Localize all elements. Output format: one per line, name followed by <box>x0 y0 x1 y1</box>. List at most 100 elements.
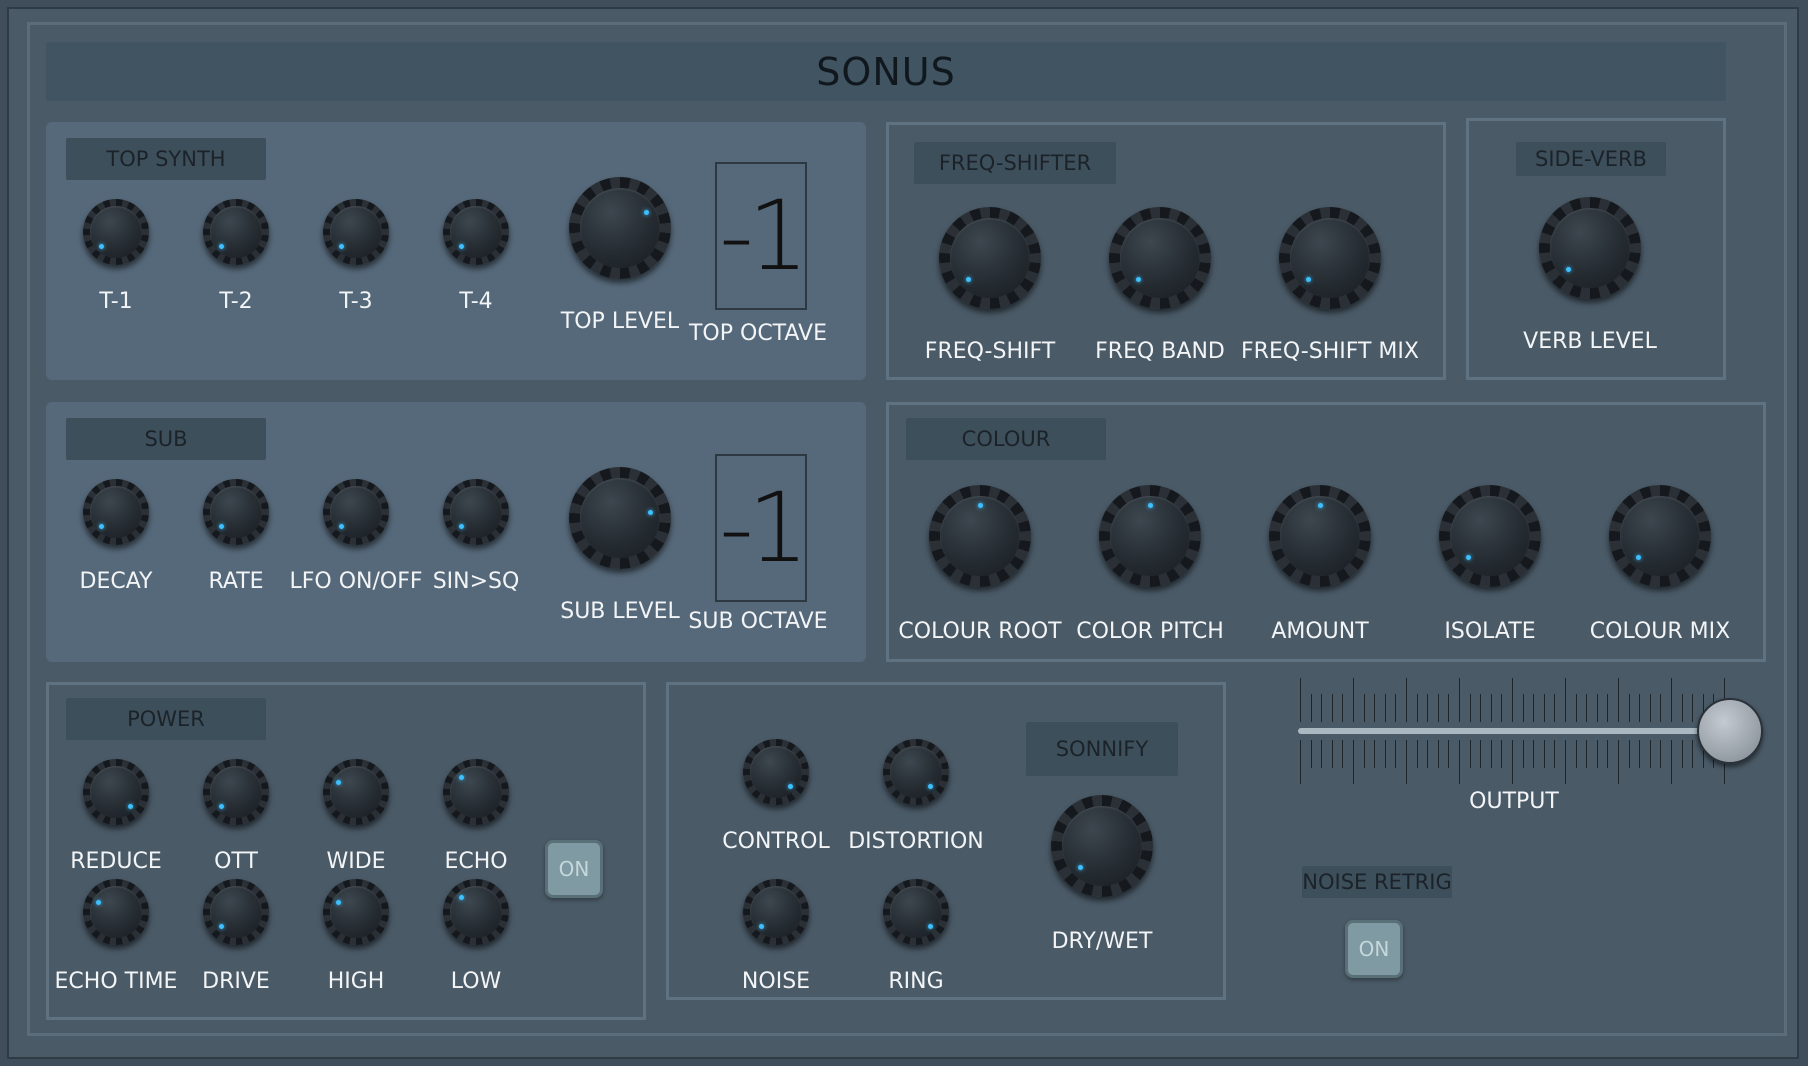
decay-knob[interactable] <box>83 479 149 545</box>
ott-knob[interactable] <box>203 759 269 825</box>
t4-label: T-4 <box>459 289 493 314</box>
isolate-knob-cap <box>1450 496 1530 576</box>
distortion-knob-cap <box>890 746 942 798</box>
side-verb-tag: SIDE-VERB <box>1516 142 1666 176</box>
high-label: HIGH <box>327 969 385 994</box>
slider-tick <box>1639 694 1641 722</box>
slider-tick <box>1469 740 1471 768</box>
sub-level-knob[interactable] <box>569 467 671 569</box>
lfo-on-off-knob[interactable] <box>323 479 389 545</box>
dry-wet-knob[interactable] <box>1051 795 1153 897</box>
high-knob-cap <box>330 886 382 938</box>
echo-knob[interactable] <box>443 759 509 825</box>
slider-tick <box>1596 740 1598 768</box>
slider-tick <box>1543 694 1545 722</box>
colour-root-knob-indicator <box>977 502 983 508</box>
top-octave-display[interactable]: -1 <box>715 162 809 310</box>
t1-knob[interactable] <box>83 199 149 265</box>
top-synth-tag: TOP SYNTH <box>66 138 266 180</box>
control-knob-cap <box>750 746 802 798</box>
output-slider-track[interactable] <box>1298 728 1730 734</box>
slider-tick <box>1342 740 1344 768</box>
dry-wet-knob-indicator <box>1077 865 1083 871</box>
top-level-knob[interactable] <box>569 177 671 279</box>
sin-sq-label: SIN>SQ <box>432 569 520 594</box>
slider-tick <box>1681 694 1683 722</box>
output-slider-thumb[interactable] <box>1697 698 1763 764</box>
amount-knob[interactable] <box>1269 485 1371 587</box>
slider-tick <box>1416 740 1418 768</box>
ring-label: RING <box>888 969 944 994</box>
colour-mix-knob[interactable] <box>1609 485 1711 587</box>
slider-tick <box>1671 678 1672 722</box>
power-on-toggle[interactable]: ON <box>545 840 603 898</box>
freq-band-knob-cap <box>1120 218 1200 298</box>
control-knob[interactable] <box>743 739 809 805</box>
colour-mix-label: COLOUR MIX <box>1589 619 1731 644</box>
freq-shift-knob[interactable] <box>939 207 1041 309</box>
verb-level-label: VERB LEVEL <box>1523 329 1657 354</box>
sin-sq-knob-cap <box>450 486 502 538</box>
slider-tick <box>1480 694 1482 722</box>
reduce-knob[interactable] <box>83 759 149 825</box>
sin-sq-knob[interactable] <box>443 479 509 545</box>
colour-root-knob[interactable] <box>929 485 1031 587</box>
t1-label: T-1 <box>99 289 133 314</box>
sub-octave-display[interactable]: -1 <box>715 454 809 602</box>
slider-tick <box>1649 694 1651 722</box>
slider-tick <box>1554 740 1556 768</box>
freq-band-label: FREQ BAND <box>1095 339 1225 364</box>
wide-knob[interactable] <box>323 759 389 825</box>
noise-knob-cap <box>750 886 802 938</box>
slider-tick <box>1501 740 1503 768</box>
freq-shift-mix-knob[interactable] <box>1279 207 1381 309</box>
drive-knob[interactable] <box>203 879 269 945</box>
slider-tick <box>1321 694 1323 722</box>
ring-knob[interactable] <box>883 879 949 945</box>
noise-knob[interactable] <box>743 879 809 945</box>
slider-tick <box>1586 694 1588 722</box>
control-knob-indicator <box>787 783 793 789</box>
colour-mix-knob-indicator <box>1635 555 1641 561</box>
freq-band-knob[interactable] <box>1109 207 1211 309</box>
low-knob[interactable] <box>443 879 509 945</box>
slider-tick <box>1639 740 1641 768</box>
rate-knob[interactable] <box>203 479 269 545</box>
slider-tick <box>1554 694 1556 722</box>
freq-shift-label: FREQ-SHIFT <box>924 339 1056 364</box>
slider-tick <box>1395 740 1397 768</box>
slider-tick <box>1586 740 1588 768</box>
noise-retrig-on-toggle[interactable]: ON <box>1345 920 1403 978</box>
distortion-knob[interactable] <box>883 739 949 805</box>
t4-knob[interactable] <box>443 199 509 265</box>
high-knob[interactable] <box>323 879 389 945</box>
t2-knob[interactable] <box>203 199 269 265</box>
color-pitch-knob-indicator <box>1147 502 1153 508</box>
slider-tick <box>1565 740 1566 784</box>
verb-level-knob[interactable] <box>1539 197 1641 299</box>
slider-tick <box>1501 694 1503 722</box>
slider-tick <box>1331 694 1333 722</box>
slider-tick <box>1427 694 1429 722</box>
t1-knob-cap <box>90 206 142 258</box>
wide-knob-indicator <box>336 779 342 785</box>
slider-tick <box>1300 740 1301 784</box>
slider-tick <box>1427 740 1429 768</box>
slider-tick <box>1692 740 1694 768</box>
slider-tick <box>1522 694 1524 722</box>
slider-tick <box>1660 740 1662 768</box>
echo-knob-cap <box>450 766 502 818</box>
drive-label: DRIVE <box>202 969 270 994</box>
slider-tick <box>1575 694 1577 722</box>
low-label: LOW <box>450 969 502 994</box>
isolate-knob[interactable] <box>1439 485 1541 587</box>
isolate-label: ISOLATE <box>1444 619 1536 644</box>
top-octave-label: TOP OCTAVE <box>688 321 828 346</box>
freq-band-knob-indicator <box>1135 277 1141 283</box>
color-pitch-knob[interactable] <box>1099 485 1201 587</box>
slider-tick <box>1363 694 1365 722</box>
sonnify-tag: SONNIFY <box>1026 722 1178 776</box>
decay-knob-cap <box>90 486 142 538</box>
t3-knob[interactable] <box>323 199 389 265</box>
echo-time-knob[interactable] <box>83 879 149 945</box>
